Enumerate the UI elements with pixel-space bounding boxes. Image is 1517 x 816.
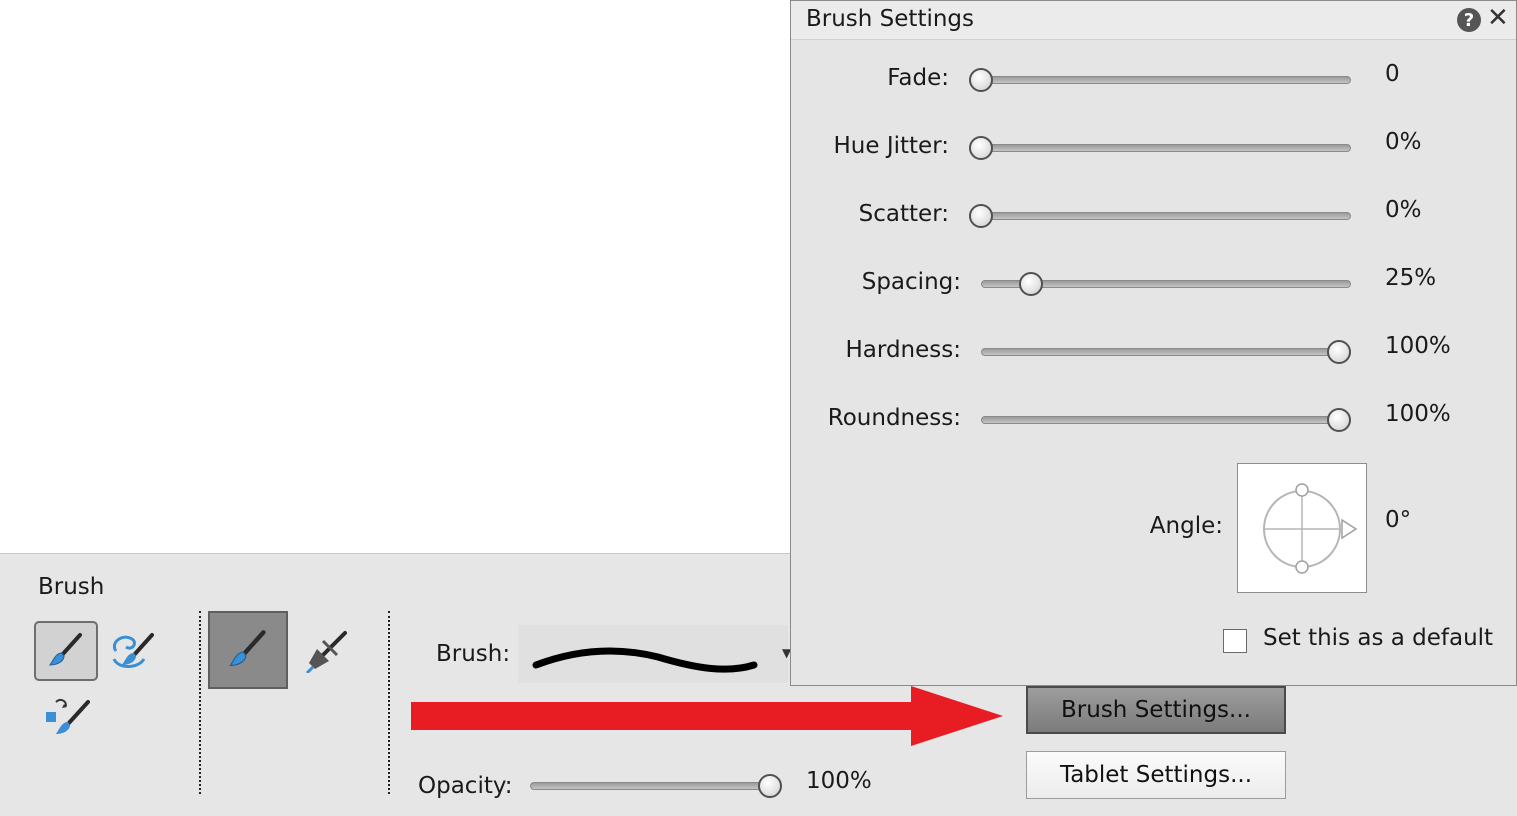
fade-slider-thumb[interactable] [969, 68, 993, 92]
opacity-slider-thumb[interactable] [758, 774, 782, 798]
brush-mode-button[interactable] [208, 611, 288, 689]
brush-stroke-preview [532, 647, 758, 673]
opacity-slider-track[interactable] [530, 782, 782, 790]
set-default-label: Set this as a default [1263, 625, 1494, 651]
hue-jitter-slider-track[interactable] [969, 144, 1351, 152]
brush-picker-label: Brush: [436, 641, 511, 667]
angle-control[interactable] [1237, 463, 1367, 593]
tablet-settings-button[interactable]: Tablet Settings... [1026, 751, 1286, 799]
separator [199, 611, 201, 794]
hardness-slider-thumb[interactable] [1327, 340, 1351, 364]
brush-picker[interactable] [518, 625, 788, 683]
angle-dial-icon [1263, 483, 1358, 574]
spacing-slider-thumb[interactable] [1019, 272, 1043, 296]
spacing-value: 25% [1385, 265, 1437, 291]
fade-value: 0 [1385, 61, 1400, 87]
angle-value: 0° [1385, 507, 1412, 533]
color-replacement-brush-icon [46, 698, 90, 734]
opacity-label: Opacity: [418, 773, 513, 799]
hardness-label: Hardness: [845, 337, 961, 363]
close-icon[interactable]: ✕ [1487, 3, 1509, 33]
annotation-arrow [411, 686, 1003, 746]
hue-jitter-slider-thumb[interactable] [969, 136, 993, 160]
hardness-slider-track[interactable] [981, 348, 1351, 356]
hue-jitter-value: 0% [1385, 129, 1422, 155]
angle-label: Angle: [1149, 513, 1223, 539]
brush-tool-button[interactable] [34, 621, 98, 681]
scatter-slider-track[interactable] [969, 212, 1351, 220]
brush-icon [49, 633, 82, 666]
brush-settings-panel: Brush Settings ? ✕ Fade: 0 Hue Jitter: 0% Sc… [790, 0, 1517, 686]
panel-title: Brush Settings [806, 6, 975, 32]
scatter-label: Scatter: [858, 201, 949, 227]
impressionist-brush-icon [112, 633, 154, 668]
roundness-label: Roundness: [827, 405, 961, 431]
roundness-slider-thumb[interactable] [1327, 408, 1351, 432]
spacing-label: Spacing: [861, 269, 961, 295]
hue-jitter-label: Hue Jitter: [833, 133, 950, 159]
scatter-slider-thumb[interactable] [969, 204, 993, 228]
brush-settings-button[interactable]: Brush Settings... [1026, 686, 1286, 734]
airbrush-mode-button[interactable] [300, 624, 354, 678]
fade-slider-track[interactable] [969, 76, 1351, 84]
hardness-value: 100% [1385, 333, 1451, 359]
fade-label: Fade: [887, 65, 949, 91]
impressionist-brush-tool-button[interactable] [100, 621, 164, 681]
color-replacement-tool-button[interactable] [34, 686, 98, 746]
set-default-checkbox[interactable] [1223, 629, 1247, 653]
airbrush-icon [305, 631, 347, 673]
opacity-value: 100% [806, 768, 872, 794]
separator [388, 611, 390, 794]
roundness-value: 100% [1385, 401, 1451, 427]
brush-mode-icon [229, 630, 266, 666]
help-icon[interactable]: ? [1457, 8, 1481, 32]
scatter-value: 0% [1385, 197, 1422, 223]
panel-titlebar: Brush Settings ? ✕ [791, 1, 1516, 40]
tool-name-label: Brush [38, 574, 105, 600]
roundness-slider-track[interactable] [981, 416, 1351, 424]
